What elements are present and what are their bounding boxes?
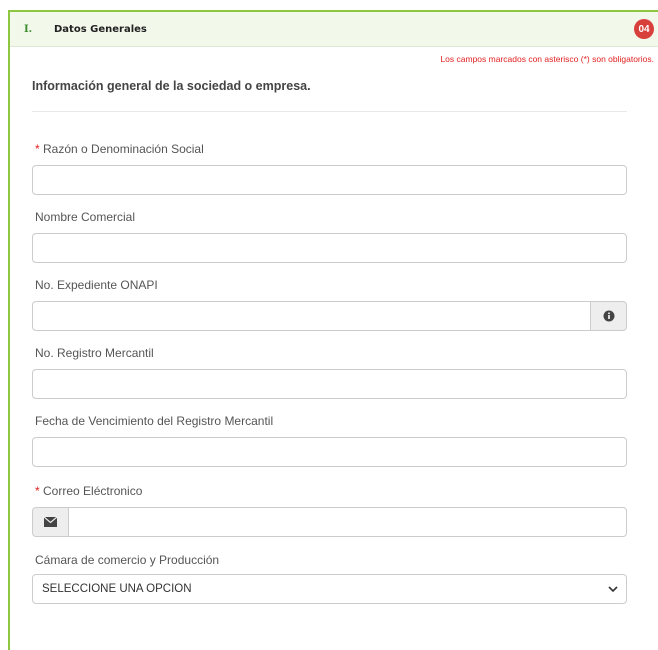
section-number: I. — [24, 23, 33, 35]
correo-input[interactable] — [68, 507, 627, 537]
correo-label: * Correo Eléctronico — [35, 484, 143, 498]
expediente-onapi-label: No. Expediente ONAPI — [35, 278, 158, 292]
razon-social-input[interactable] — [32, 165, 627, 195]
step-badge: 04 — [634, 19, 654, 39]
nombre-comercial-input[interactable] — [32, 233, 627, 263]
divider — [32, 111, 627, 112]
registro-mercantil-input[interactable] — [32, 369, 627, 399]
info-circle-icon[interactable] — [591, 301, 627, 331]
fecha-vencimiento-input[interactable] — [32, 437, 627, 467]
expediente-onapi-input[interactable] — [32, 301, 591, 331]
camara-select[interactable]: SELECCIONE UNA OPCION — [32, 574, 627, 604]
fecha-vencimiento-label: Fecha de Vencimiento del Registro Mercan… — [35, 414, 274, 428]
registro-mercantil-label: No. Registro Mercantil — [35, 346, 154, 360]
camara-selected-value: SELECCIONE UNA OPCION — [42, 583, 192, 595]
required-asterisk: * — [35, 142, 40, 156]
info-title: Información general de la sociedad o emp… — [32, 79, 311, 93]
nombre-comercial-label: Nombre Comercial — [35, 210, 136, 224]
expediente-onapi-group — [32, 301, 627, 331]
section-title: Datos Generales — [54, 23, 147, 35]
required-fields-note: Los campos marcados con asterisco (*) so… — [440, 54, 654, 64]
camara-label: Cámara de comercio y Producción — [35, 553, 220, 567]
envelope-icon — [32, 507, 68, 537]
chevron-down-icon — [608, 586, 618, 593]
required-asterisk: * — [35, 484, 40, 498]
correo-group — [32, 507, 627, 537]
section-header[interactable]: I. Datos Generales 04 — [10, 12, 658, 47]
razon-social-label: * Razón o Denominación Social — [35, 142, 204, 156]
